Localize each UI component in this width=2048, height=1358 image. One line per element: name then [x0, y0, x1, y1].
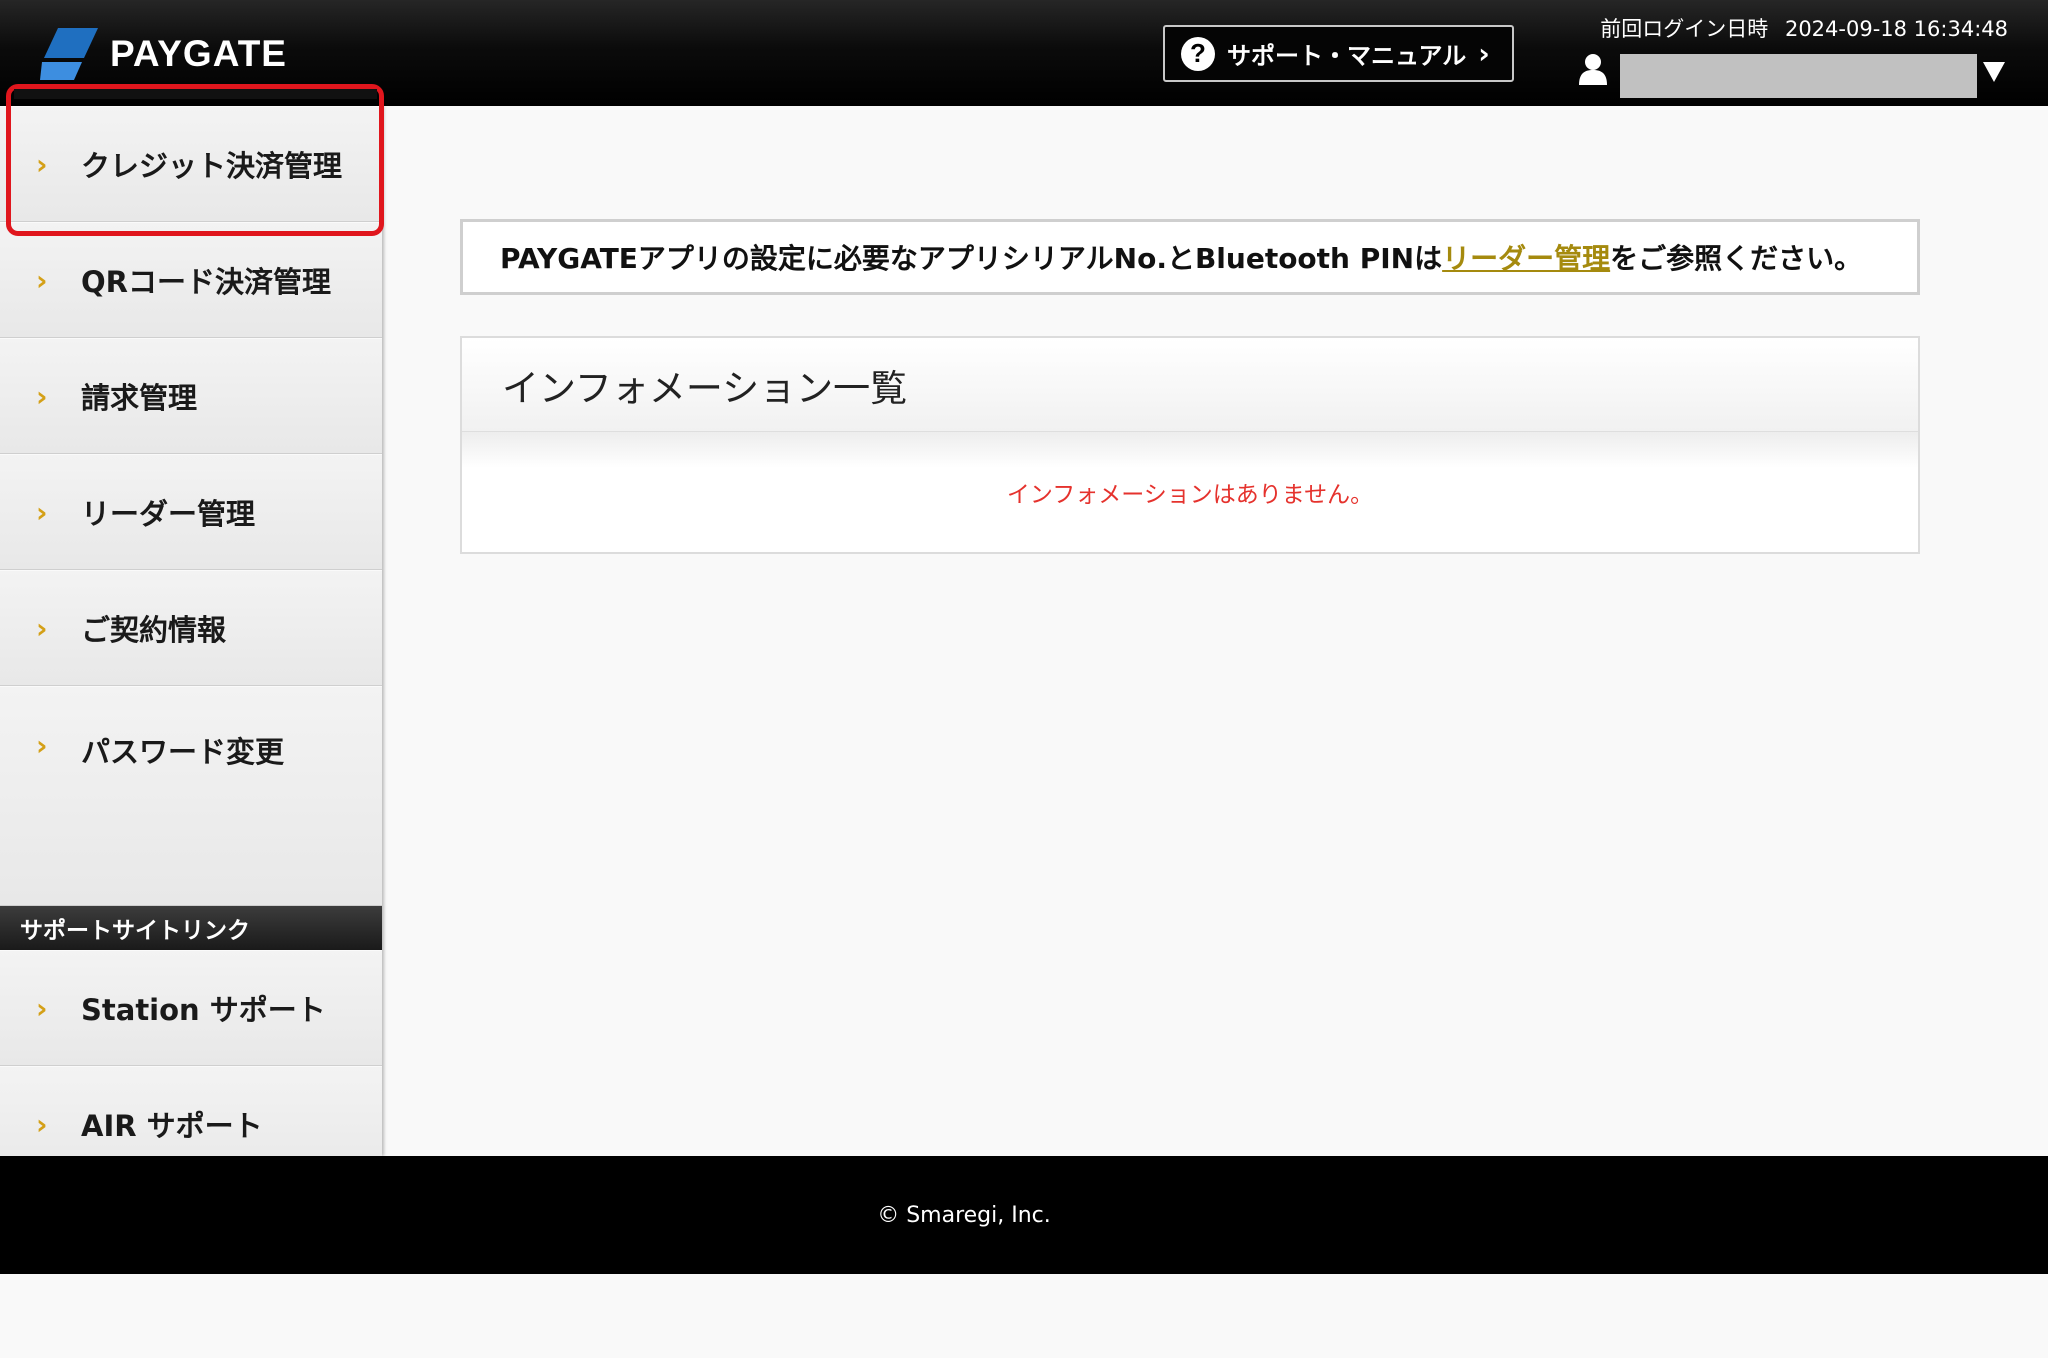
information-panel-header: インフォメーション一覧 [462, 338, 1918, 432]
last-login-label: 前回ログイン日時 [1600, 17, 1768, 41]
paygate-logo[interactable]: PAYGATE [40, 28, 287, 80]
empty-information-message: インフォメーションはありません。 [1007, 475, 1373, 509]
last-login-value: 2024-09-18 16:34:48 [1785, 17, 2008, 41]
highlight-top-bar [14, 89, 377, 99]
chevron-right-icon: › [36, 612, 66, 645]
question-icon: ? [1181, 37, 1215, 71]
chevron-right-icon: › [36, 1108, 66, 1141]
information-panel: インフォメーション一覧 インフォメーションはありません。 [460, 336, 1920, 554]
sidebar-item-label: QRコード決済管理 [81, 259, 331, 301]
support-links-section-header: サポートサイトリンク [0, 906, 382, 950]
chevron-right-icon: › [36, 729, 66, 762]
sidebar-item-contract[interactable]: › ご契約情報 [0, 570, 382, 686]
sidebar-item-label: Station サポート [81, 987, 326, 1029]
sidebar-item-reader[interactable]: › リーダー管理 [0, 454, 382, 570]
chevron-right-icon: › [36, 992, 66, 1025]
sidebar-item-qr-payment[interactable]: › QRコード決済管理 [0, 222, 382, 338]
last-login-info: 前回ログイン日時 2024-09-18 16:34:48 [1600, 13, 2008, 43]
chevron-right-icon: › [36, 264, 66, 297]
highlight-frame [6, 84, 384, 236]
user-icon [1578, 53, 1608, 85]
user-name-field[interactable] [1620, 54, 1977, 98]
information-title: インフォメーション一覧 [502, 358, 907, 412]
reader-info-notice: PAYGATEアプリの設定に必要なアプリシリアルNo.とBluetooth PI… [460, 219, 1920, 295]
support-manual-button[interactable]: ? サポート・マニュアル › [1163, 25, 1514, 82]
chevron-right-icon: › [36, 380, 66, 413]
notice-text-before: PAYGATEアプリの設定に必要なアプリシリアルNo.とBluetooth PI… [500, 237, 1442, 277]
chevron-right-icon: › [1478, 37, 1490, 70]
dropdown-caret-icon[interactable] [1983, 62, 2005, 82]
sidebar-item-password[interactable]: › パスワード変更 [0, 686, 382, 906]
reader-management-link[interactable]: リーダー管理 [1442, 237, 1610, 277]
support-manual-label: サポート・マニュアル [1227, 36, 1466, 71]
sidebar-item-station-support[interactable]: › Station サポート [0, 950, 382, 1066]
sidebar-item-label: パスワード変更 [81, 729, 284, 771]
sidebar-item-label: AIR サポート [81, 1103, 263, 1145]
sidebar: › クレジット決済管理 › QRコード決済管理 › 請求管理 › リーダー管理 … [0, 106, 382, 1156]
sidebar-item-billing[interactable]: › 請求管理 [0, 338, 382, 454]
copyright-text: © Smaregi, Inc. [877, 1203, 1051, 1228]
logo-text: PAYGATE [110, 33, 287, 75]
chevron-right-icon: › [36, 496, 66, 529]
sidebar-item-label: 請求管理 [81, 375, 197, 417]
sidebar-item-label: リーダー管理 [81, 491, 255, 533]
footer: © Smaregi, Inc. [0, 1156, 2048, 1274]
information-panel-body: インフォメーションはありません。 [462, 432, 1918, 552]
notice-text-after: をご参照ください。 [1610, 237, 1862, 277]
paygate-logo-icon [40, 28, 98, 80]
sidebar-item-label: ご契約情報 [81, 607, 226, 649]
